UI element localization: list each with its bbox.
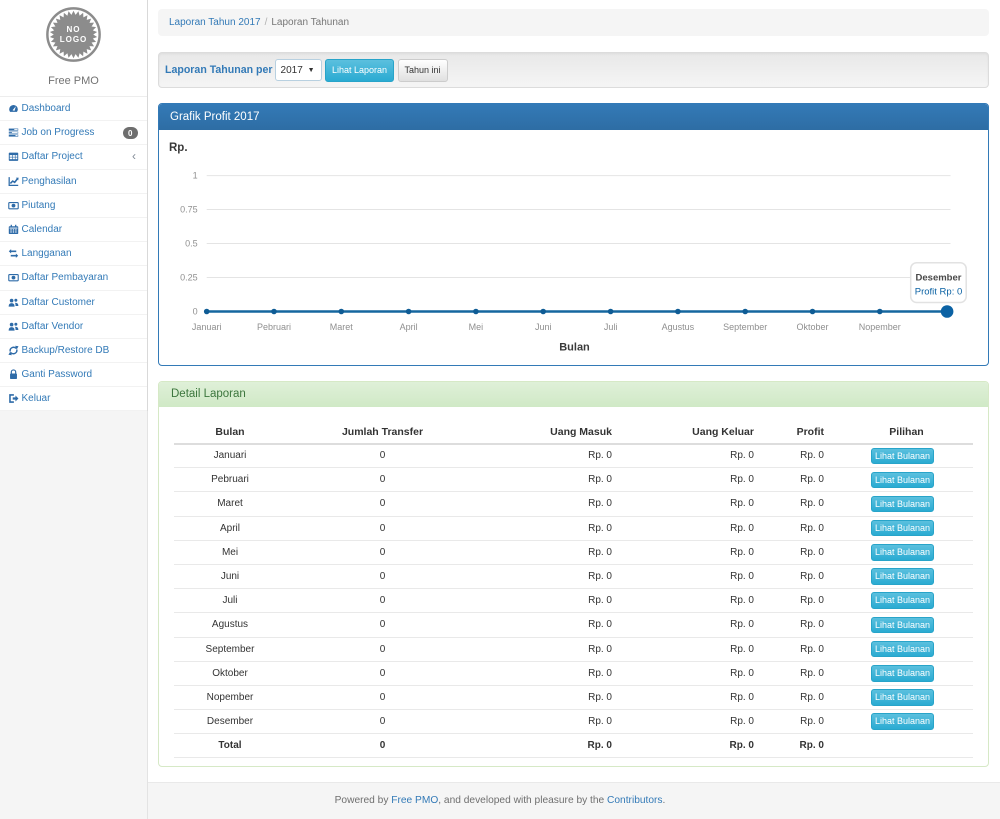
svg-text:0.25: 0.25 [180, 273, 198, 283]
svg-text:Mei: Mei [469, 322, 484, 332]
svg-text:Juni: Juni [535, 322, 552, 332]
svg-text:April: April [400, 322, 418, 332]
svg-text:September: September [723, 322, 767, 332]
svg-text:Juli: Juli [604, 322, 618, 332]
svg-text:Januari: Januari [192, 322, 222, 332]
svg-text:LOGO: LOGO [60, 35, 88, 44]
svg-text:0.5: 0.5 [185, 239, 198, 249]
svg-text:Bulan: Bulan [559, 342, 590, 354]
svg-text:NO: NO [67, 25, 81, 34]
svg-text:0.75: 0.75 [180, 205, 198, 215]
svg-text:0: 0 [193, 307, 198, 317]
svg-text:Pebruari: Pebruari [257, 322, 291, 332]
svg-text:Rp.: Rp. [169, 142, 188, 154]
svg-text:Oktober: Oktober [796, 322, 828, 332]
svg-text:1: 1 [193, 171, 198, 181]
svg-text:Profit Rp: 0: Profit Rp: 0 [915, 287, 963, 298]
svg-text:Desember: Desember [916, 273, 962, 284]
svg-text:Nopember: Nopember [859, 322, 901, 332]
svg-text:Maret: Maret [330, 322, 354, 332]
svg-text:Agustus: Agustus [662, 322, 695, 332]
